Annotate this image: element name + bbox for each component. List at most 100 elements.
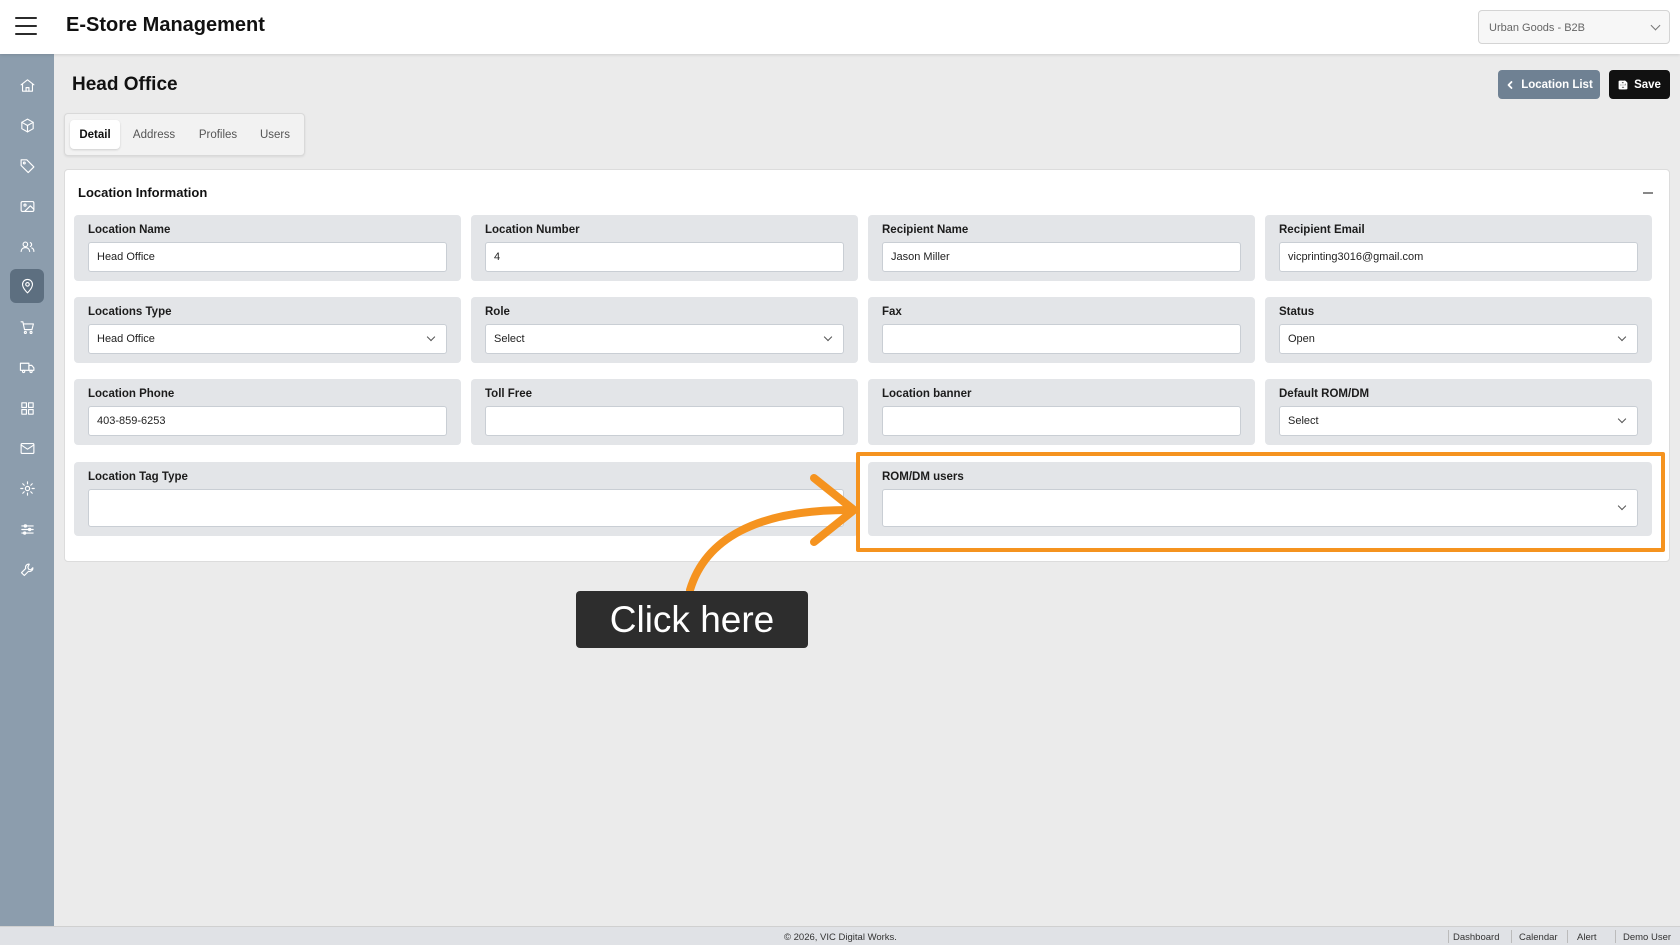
- sidebar-item-customers[interactable]: [10, 229, 44, 263]
- footer-divider: [1511, 930, 1512, 943]
- home-icon: [20, 78, 34, 92]
- default-rom-dm-value: Select: [1288, 415, 1319, 427]
- sidebar-item-messages[interactable]: [10, 431, 44, 465]
- floppy-disk-icon: [1618, 80, 1628, 89]
- sidebar: [0, 54, 54, 926]
- location-list-label: Location List: [1521, 78, 1593, 91]
- chevron-down-icon: [823, 332, 833, 342]
- grid-icon: [20, 401, 34, 415]
- location-phone-input[interactable]: 403-859-6253: [88, 406, 447, 436]
- recipient-email-group: Recipient Email vicprinting3016@gmail.co…: [1265, 215, 1652, 281]
- tag-icon: [20, 158, 34, 173]
- save-button[interactable]: Save: [1609, 70, 1670, 99]
- sliders-icon: [20, 523, 34, 535]
- sidebar-item-tags[interactable]: [10, 148, 44, 182]
- role-group: Role Select: [471, 297, 858, 363]
- footer-link-demo-user[interactable]: Demo User: [1623, 932, 1671, 943]
- page-title: Head Office: [72, 74, 178, 95]
- toll-free-label: Toll Free: [485, 388, 533, 400]
- location-information-card: Location Information Location Name Head …: [64, 169, 1670, 562]
- recipient-name-input[interactable]: Jason Miller: [882, 242, 1241, 272]
- users-icon: [20, 241, 34, 252]
- truck-icon: [19, 362, 34, 373]
- chevron-left-icon: [1507, 80, 1513, 89]
- sidebar-item-media[interactable]: [10, 189, 44, 223]
- location-pin-icon: [21, 278, 33, 293]
- location-banner-input[interactable]: [882, 406, 1241, 436]
- location-tag-type-group: Location Tag Type: [74, 462, 858, 536]
- sidebar-item-configuration[interactable]: [10, 512, 44, 546]
- location-phone-label: Location Phone: [88, 388, 175, 400]
- chevron-down-icon: [1617, 501, 1627, 511]
- recipient-name-label: Recipient Name: [882, 224, 969, 236]
- recipient-email-input[interactable]: vicprinting3016@gmail.com: [1279, 242, 1638, 272]
- sidebar-item-locations[interactable]: [10, 269, 44, 303]
- hamburger-menu-icon[interactable]: [15, 17, 37, 35]
- store-select[interactable]: Urban Goods - B2B: [1478, 10, 1670, 44]
- footer-link-dashboard[interactable]: Dashboard: [1453, 932, 1499, 943]
- location-banner-label: Location banner: [882, 388, 972, 400]
- status-value: Open: [1288, 333, 1315, 345]
- sidebar-item-orders[interactable]: [10, 310, 44, 344]
- role-label: Role: [485, 306, 510, 318]
- tab-detail[interactable]: Detail: [70, 120, 120, 149]
- location-name-label: Location Name: [88, 224, 171, 236]
- sidebar-item-products[interactable]: [10, 108, 44, 142]
- fax-input[interactable]: [882, 324, 1241, 354]
- location-number-label: Location Number: [485, 224, 580, 236]
- sidebar-item-home[interactable]: [10, 68, 44, 102]
- sidebar-item-shipping[interactable]: [10, 350, 44, 384]
- toll-free-input[interactable]: [485, 406, 844, 436]
- chevron-down-icon: [1617, 332, 1627, 342]
- card-title: Location Information: [78, 185, 208, 200]
- status-group: Status Open: [1265, 297, 1652, 363]
- default-rom-dm-select[interactable]: Select: [1279, 406, 1638, 436]
- status-label: Status: [1279, 306, 1315, 318]
- location-list-button[interactable]: Location List: [1498, 70, 1600, 99]
- app-title: E-Store Management: [66, 14, 265, 36]
- footer-link-calendar[interactable]: Calendar: [1519, 932, 1558, 943]
- chevron-down-icon: [1650, 20, 1661, 31]
- gear-icon: [19, 480, 35, 496]
- footer-link-alert[interactable]: Alert: [1577, 932, 1597, 943]
- wrench-icon: [20, 563, 33, 576]
- role-value: Select: [494, 333, 525, 345]
- location-name-input[interactable]: Head Office: [88, 242, 447, 272]
- copyright-text: © 2026, VIC Digital Works.: [784, 932, 897, 943]
- collapse-icon[interactable]: [1643, 192, 1653, 194]
- top-bar: E-Store Management Urban Goods - B2B: [0, 0, 1680, 54]
- fax-group: Fax: [868, 297, 1255, 363]
- tab-address[interactable]: Address: [125, 120, 183, 149]
- default-rom-dm-group: Default ROM/DM Select: [1265, 379, 1652, 445]
- chevron-down-icon: [1617, 414, 1627, 424]
- tab-users[interactable]: Users: [251, 120, 299, 149]
- rom-dm-users-select[interactable]: [882, 489, 1638, 527]
- footer-divider: [1567, 930, 1568, 943]
- recipient-name-group: Recipient Name Jason Miller: [868, 215, 1255, 281]
- default-rom-dm-label: Default ROM/DM: [1279, 388, 1370, 400]
- footer-divider: [1615, 930, 1616, 943]
- mail-icon: [20, 442, 34, 454]
- tab-profiles[interactable]: Profiles: [189, 120, 247, 149]
- store-select-value: Urban Goods - B2B: [1489, 22, 1585, 34]
- sidebar-item-settings[interactable]: [10, 471, 44, 505]
- location-tag-type-input[interactable]: [88, 489, 844, 527]
- recipient-email-label: Recipient Email: [1279, 224, 1365, 236]
- rom-dm-users-group: ROM/DM users: [868, 462, 1652, 536]
- status-select[interactable]: Open: [1279, 324, 1638, 354]
- footer-divider: [1448, 930, 1449, 943]
- cart-icon: [20, 320, 34, 334]
- locations-type-select[interactable]: Head Office: [88, 324, 447, 354]
- location-name-group: Location Name Head Office: [74, 215, 461, 281]
- locations-type-value: Head Office: [97, 333, 155, 345]
- chevron-down-icon: [426, 332, 436, 342]
- role-select[interactable]: Select: [485, 324, 844, 354]
- sidebar-item-tools[interactable]: [10, 552, 44, 586]
- location-tag-type-label: Location Tag Type: [88, 471, 188, 483]
- sidebar-item-catalog[interactable]: [10, 391, 44, 425]
- box-icon: [20, 118, 34, 132]
- location-number-input[interactable]: 4: [485, 242, 844, 272]
- toll-free-group: Toll Free: [471, 379, 858, 445]
- rom-dm-users-label: ROM/DM users: [882, 471, 964, 483]
- location-banner-group: Location banner: [868, 379, 1255, 445]
